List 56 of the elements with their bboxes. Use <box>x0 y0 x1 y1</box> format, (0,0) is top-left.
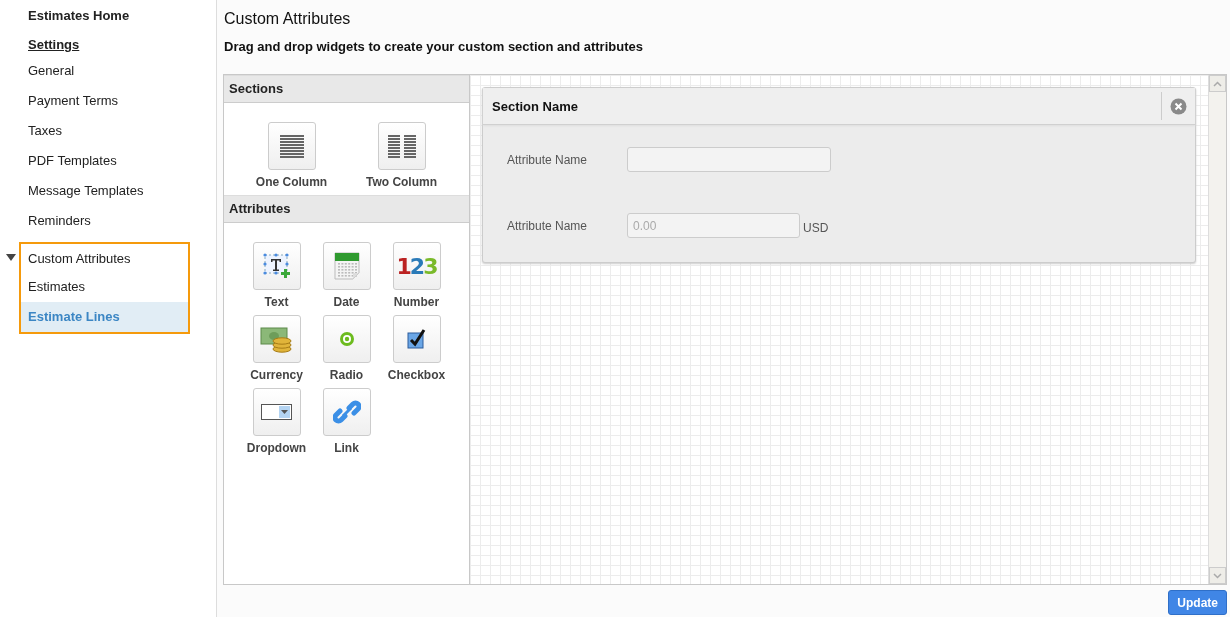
sidebar-item[interactable]: Taxes <box>0 116 216 146</box>
two-column-icon <box>386 133 417 159</box>
number-glyph-icon: 123 <box>396 253 437 279</box>
widget-tile[interactable] <box>322 242 371 290</box>
close-icon[interactable] <box>1170 97 1187 115</box>
widget-label: Text <box>264 295 289 309</box>
text-icon <box>261 252 292 280</box>
currency-icon <box>259 325 294 353</box>
update-button[interactable]: Update <box>1168 590 1227 615</box>
expanded-caret-icon[interactable] <box>6 254 16 261</box>
sidebar-item[interactable]: Custom Attributes <box>21 244 188 272</box>
widget-label: Dropdown <box>246 441 307 455</box>
widget-tile[interactable]: 123 <box>392 242 441 290</box>
widget-tile[interactable] <box>322 315 371 363</box>
page-subtitle: Drag and drop widgets to create your custom section and attributes <box>224 39 644 54</box>
widget-label: Radio <box>329 368 364 382</box>
palette-header: Sections <box>224 75 469 103</box>
amount-field[interactable]: 0.00 <box>627 213 800 238</box>
scrollbar[interactable] <box>1208 75 1226 584</box>
widget-label: Currency <box>250 368 303 382</box>
widget-tile[interactable] <box>377 122 426 170</box>
widget-label: Date <box>333 295 360 309</box>
section-title: Section Name <box>492 98 579 114</box>
input-field[interactable] <box>627 147 831 172</box>
widget-tile[interactable] <box>252 242 301 290</box>
link-icon <box>332 398 361 426</box>
sidebar-item[interactable]: Payment Terms <box>0 86 216 116</box>
radio-icon <box>337 330 356 348</box>
widget-label: One Column <box>255 175 328 189</box>
date-icon <box>332 251 361 281</box>
dropdown-icon <box>260 403 293 421</box>
checkbox-icon <box>406 329 427 349</box>
sidebar-item[interactable]: Message Templates <box>0 176 216 206</box>
sidebar-item[interactable]: PDF Templates <box>0 146 216 176</box>
widget-label: Number <box>393 295 440 309</box>
widget-tile[interactable] <box>267 122 316 170</box>
home-link[interactable]: Estimates Home <box>0 6 216 26</box>
widget-label: Checkbox <box>387 368 446 382</box>
widget-tile[interactable] <box>392 315 441 363</box>
sidebar-item[interactable]: General <box>0 56 216 86</box>
widget-tile[interactable] <box>322 388 371 436</box>
page-title: Custom Attributes <box>224 10 352 28</box>
widget-tile[interactable] <box>252 388 301 436</box>
widget-tile[interactable] <box>252 315 301 363</box>
currency-code: USD <box>803 220 829 235</box>
scroll-down-icon[interactable] <box>1213 572 1222 579</box>
scroll-up-icon[interactable] <box>1213 80 1222 87</box>
one-column-icon <box>278 133 305 159</box>
sidebar-item[interactable]: Estimates <box>21 272 188 302</box>
palette-header: Attributes <box>224 195 469 223</box>
field-label: Attribute Name <box>507 152 589 167</box>
field-label: Attribute Name <box>507 218 589 233</box>
section-heading[interactable]: Settings <box>0 34 216 56</box>
widget-label: Two Column <box>365 175 438 189</box>
widget-label: Link <box>334 441 359 455</box>
sidebar-item[interactable]: Reminders <box>0 206 216 236</box>
